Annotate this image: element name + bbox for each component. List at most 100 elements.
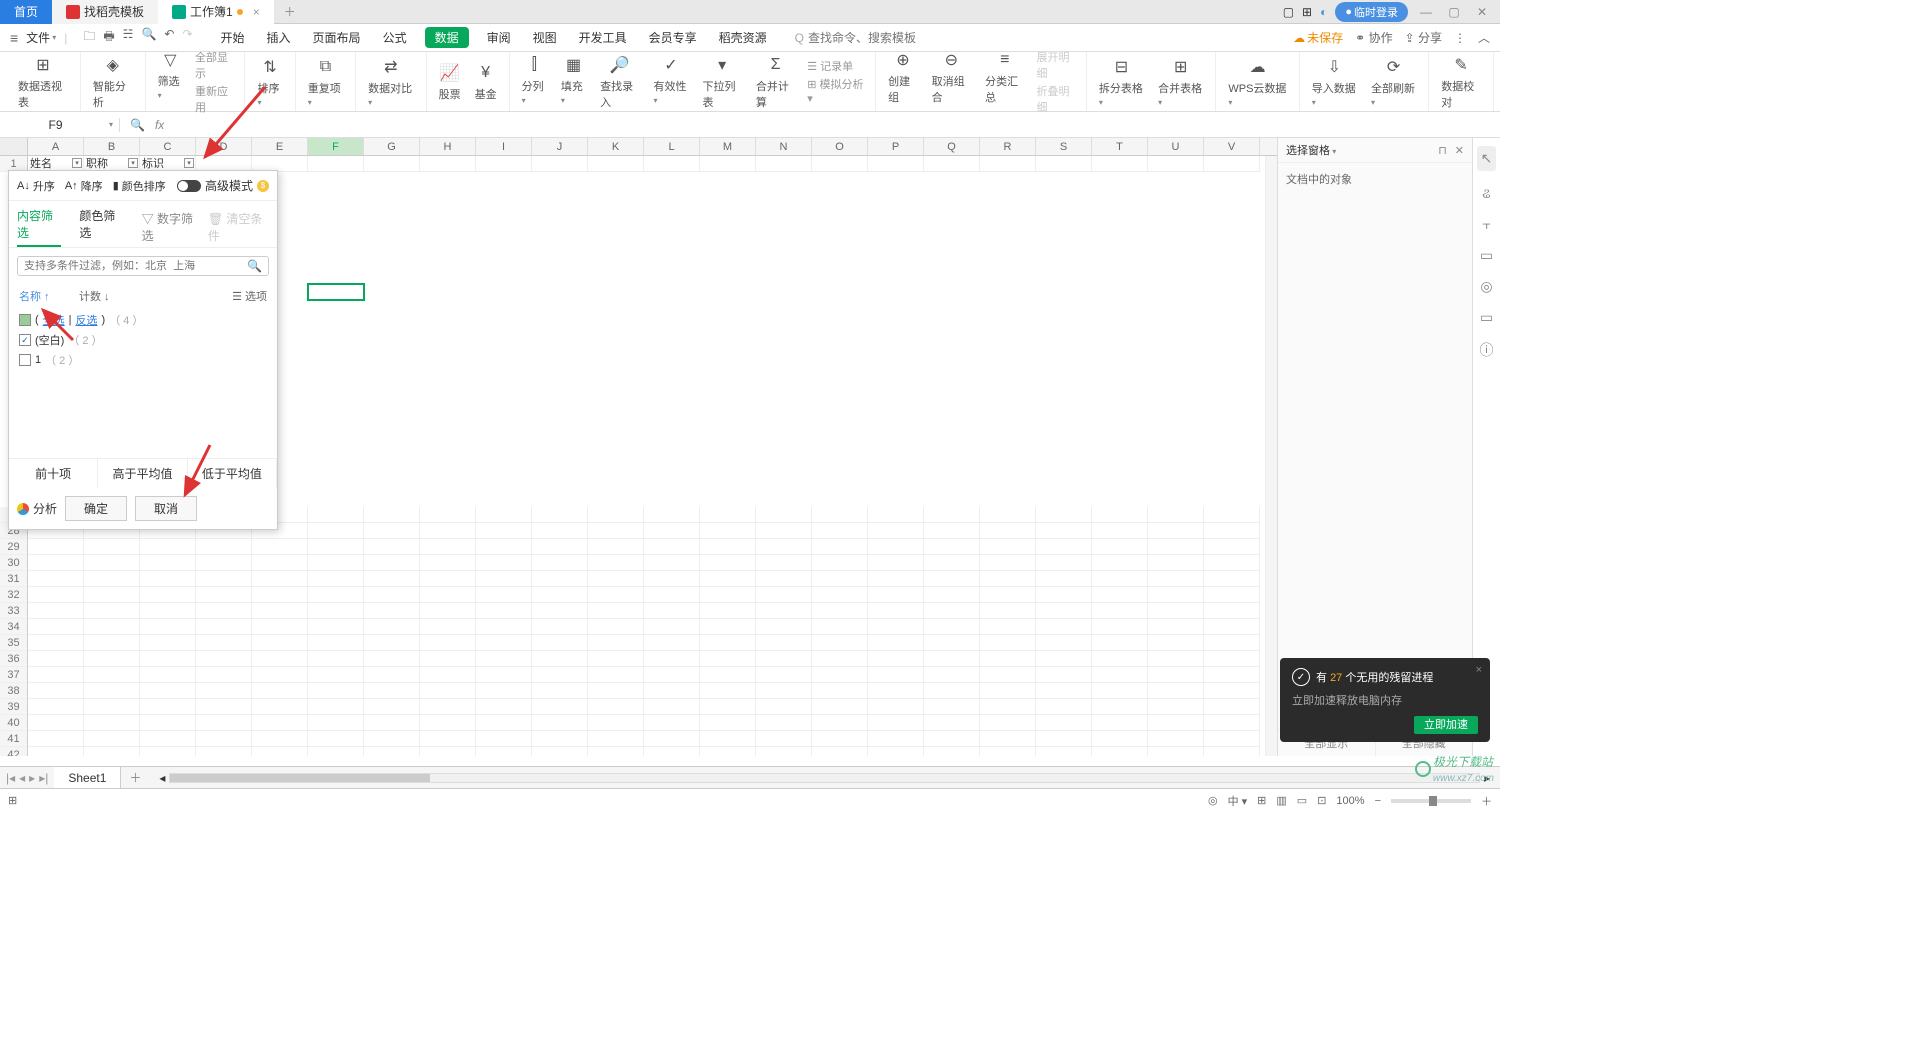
sort-desc-button[interactable]: A↑ 降序 (65, 178, 103, 194)
menu-tab-0[interactable]: 开始 (217, 27, 249, 48)
row-header-37[interactable]: 37 (0, 667, 28, 683)
close-panel-icon[interactable]: ✕ (1455, 144, 1464, 157)
maximize-button[interactable]: ▢ (1444, 5, 1464, 19)
zoom-icon[interactable]: 🔍 (130, 118, 145, 132)
filter-search[interactable]: 🔍 (17, 256, 269, 276)
search-input[interactable] (808, 31, 928, 45)
row-header-33[interactable]: 33 (0, 603, 28, 619)
redo-icon[interactable]: ↷ (182, 27, 192, 48)
col-header-H[interactable]: H (420, 138, 476, 155)
filter-dropdown-icon[interactable]: ▾ (128, 158, 138, 168)
color-filter-tab[interactable]: 颜色筛选 (79, 207, 123, 247)
ribbon-subtotal[interactable]: ≡分类汇总 (981, 49, 1028, 115)
preview-icon[interactable]: 🔍 (141, 27, 156, 48)
sheet-nav-last[interactable]: ▸| (39, 771, 48, 785)
col-header-R[interactable]: R (980, 138, 1036, 155)
rail-book-icon[interactable]: ▭ (1480, 309, 1493, 326)
top10-button[interactable]: 前十项 (9, 459, 98, 488)
zoom-out-icon[interactable]: − (1375, 795, 1381, 807)
col-header-Q[interactable]: Q (924, 138, 980, 155)
ribbon-group[interactable]: ⊕创建组 (884, 49, 922, 115)
ribbon-smart[interactable]: ◈智能分析 (89, 54, 137, 110)
ribbon-reapply[interactable]: 重新应用 (195, 83, 235, 115)
filter-dropdown-icon[interactable]: ▾ (72, 158, 82, 168)
menu-tab-1[interactable]: 插入 (263, 27, 295, 48)
col-header-C[interactable]: C (140, 138, 196, 155)
add-tab-button[interactable]: ＋ (274, 3, 306, 20)
col-name-header[interactable]: 名称 ↑ (19, 288, 79, 304)
view-layout-icon[interactable]: ▥ (1276, 794, 1286, 807)
lang-icon[interactable]: 中 ▾ (1228, 793, 1248, 809)
minimize-button[interactable]: — (1416, 5, 1436, 19)
share-button[interactable]: ⇪ 分享 (1405, 29, 1442, 46)
ribbon-show-all[interactable]: 全部显示 (195, 49, 235, 81)
add-sheet-button[interactable]: ＋ (121, 769, 149, 786)
color-sort-button[interactable]: ▮ 颜色排序 (113, 178, 166, 194)
above-avg-button[interactable]: 高于平均值 (98, 459, 187, 488)
ribbon-split[interactable]: ⫿分列 (518, 54, 551, 110)
number-filter-button[interactable]: ▽ 数字筛选 (142, 210, 200, 244)
row-header-30[interactable]: 30 (0, 555, 28, 571)
row-header-41[interactable]: 41 (0, 731, 28, 747)
selected-cell[interactable] (308, 284, 364, 300)
apps-icon[interactable]: ⊞ (1302, 5, 1312, 19)
menu-tab-6[interactable]: 视图 (529, 27, 561, 48)
content-filter-tab[interactable]: 内容筛选 (17, 207, 61, 247)
below-avg-button[interactable]: 低于平均值 (188, 459, 277, 488)
ribbon-valid[interactable]: ✓有效性 (649, 54, 692, 110)
filter-item-all[interactable]: (全选 | 反选) （ 4 ） (19, 310, 267, 330)
sheet-tab[interactable]: Sheet1 (54, 767, 121, 789)
ribbon-simulate[interactable]: ⊞ 模拟分析 ▾ (807, 76, 865, 105)
options-button[interactable]: ☰ 选项 (232, 288, 267, 304)
print-icon[interactable]: ☵ (123, 27, 134, 48)
ribbon-compare[interactable]: ⇄数据对比 (364, 56, 417, 108)
ribbon-stock[interactable]: 📈股票 (435, 62, 465, 102)
vertical-scrollbar[interactable] (1265, 156, 1277, 756)
col-header-U[interactable]: U (1148, 138, 1204, 155)
filter-item-blank[interactable]: (空白) （ 2 ） (19, 330, 267, 350)
col-header-I[interactable]: I (476, 138, 532, 155)
open-icon[interactable]: 🗀 (83, 27, 95, 48)
ribbon-fund[interactable]: ¥基金 (471, 62, 501, 102)
menu-tab-9[interactable]: 稻壳资源 (715, 27, 771, 48)
col-header-L[interactable]: L (644, 138, 700, 155)
menu-tab-2[interactable]: 页面布局 (309, 27, 365, 48)
ribbon-sort[interactable]: ⇅排序 (253, 56, 286, 108)
analysis-button[interactable]: 分析 (17, 500, 57, 517)
ribbon-dup[interactable]: ⧉重复项 (304, 56, 347, 108)
row-header-39[interactable]: 39 (0, 699, 28, 715)
view-normal-icon[interactable]: ⊞ (1257, 794, 1266, 807)
row-header-38[interactable]: 38 (0, 683, 28, 699)
undo-icon[interactable]: ↶ (164, 27, 174, 48)
status-icon[interactable]: ⊞ (8, 794, 17, 807)
name-box[interactable]: F9 (0, 118, 120, 132)
rail-cell-icon[interactable]: ▭ (1480, 247, 1493, 264)
login-button[interactable]: ● 临时登录 (1335, 2, 1408, 22)
col-header-N[interactable]: N (756, 138, 812, 155)
menu-tab-8[interactable]: 会员专享 (645, 27, 701, 48)
ribbon-split-table[interactable]: ⊟拆分表格 (1095, 56, 1148, 108)
ribbon-refresh[interactable]: ⟳全部刷新 (1367, 56, 1420, 108)
col-header-V[interactable]: V (1204, 138, 1260, 155)
tab-home[interactable]: 首页 (0, 0, 52, 24)
col-header-K[interactable]: K (588, 138, 644, 155)
messages-icon[interactable]: ◐ (1320, 5, 1327, 19)
menu-tab-7[interactable]: 开发工具 (575, 27, 631, 48)
cancel-button[interactable]: 取消 (135, 496, 197, 521)
col-header-M[interactable]: M (700, 138, 756, 155)
row-header-34[interactable]: 34 (0, 619, 28, 635)
sheet-nav-first[interactable]: |◂ (6, 771, 15, 785)
rail-select-icon[interactable]: ↖ (1477, 146, 1497, 171)
save-icon[interactable]: 🖶 (103, 27, 114, 48)
ribbon-filter[interactable]: ▽筛选 (154, 49, 187, 115)
ribbon-merge-table[interactable]: ⊞合并表格 (1154, 56, 1207, 108)
row-header-42[interactable]: 42 (0, 747, 28, 756)
checkbox-empty-icon[interactable] (19, 354, 31, 366)
col-header-S[interactable]: S (1036, 138, 1092, 155)
ribbon-consol[interactable]: Σ合并计算 (752, 54, 799, 110)
col-count-header[interactable]: 计数 ↓ (79, 288, 232, 304)
rail-location-icon[interactable]: ◎ (1480, 278, 1492, 295)
col-header-A[interactable]: A (28, 138, 84, 155)
col-header-D[interactable]: D (196, 138, 252, 155)
ribbon-pivot[interactable]: ⊞数据透视表 (14, 54, 72, 110)
